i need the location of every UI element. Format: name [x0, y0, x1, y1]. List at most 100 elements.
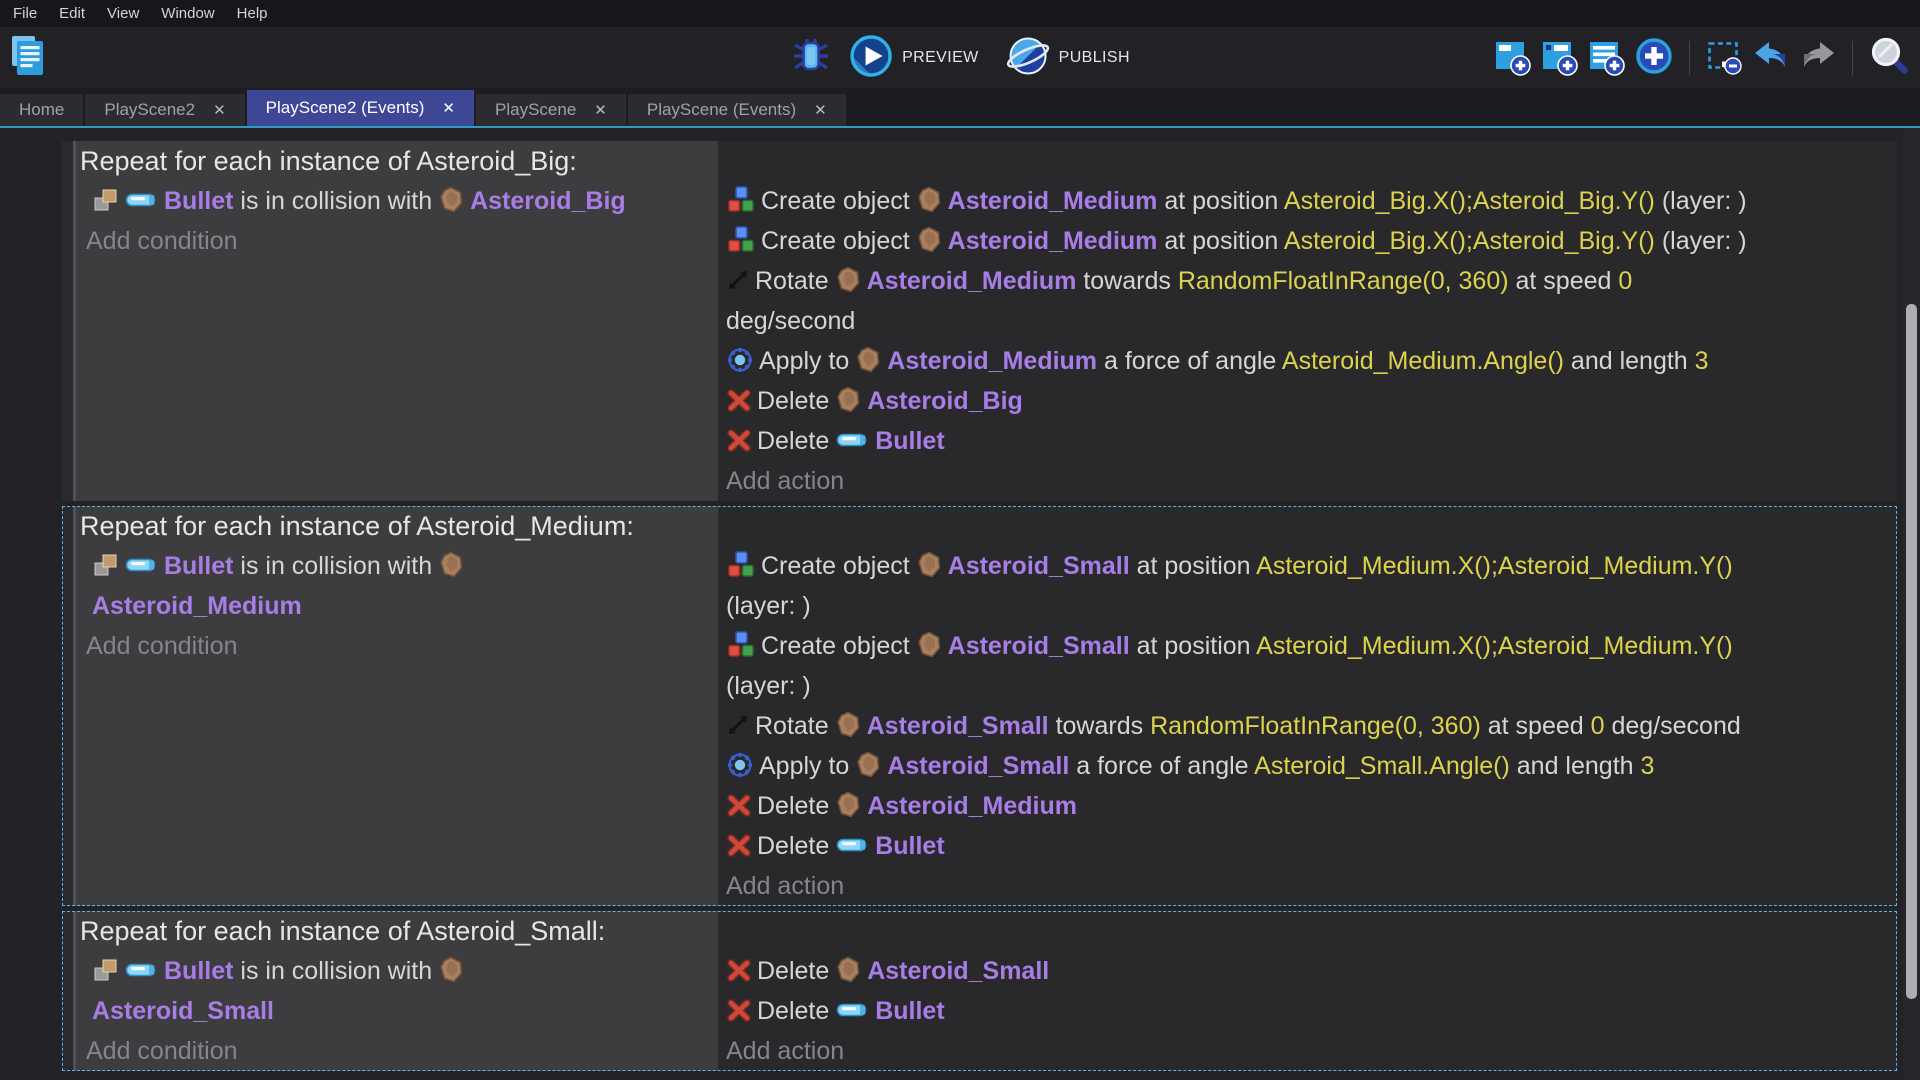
menu-item-view[interactable]: View	[96, 0, 150, 27]
tab-label: PlayScene (Events)	[647, 100, 796, 120]
instruction-text: deg/second	[726, 307, 855, 335]
add-event-icon	[1491, 35, 1533, 80]
collision-icon	[92, 187, 125, 215]
add-action-button[interactable]: Add action	[718, 866, 1897, 906]
scrollbar-track[interactable]	[1903, 128, 1920, 1080]
tab-playscene-events[interactable]: PlayScene (Events) ✕	[628, 94, 846, 126]
event-header[interactable]: Repeat for each instance of Asteroid_Big…	[76, 141, 718, 181]
asteroid-icon	[836, 792, 867, 820]
event-drag-handle[interactable]	[62, 506, 76, 906]
action-row[interactable]: Delete Bullet	[718, 826, 1897, 866]
object-name: Asteroid_Small	[92, 997, 274, 1025]
tab-home[interactable]: Home	[0, 94, 83, 126]
debug-bug-icon	[790, 35, 832, 80]
event-block-repeat-for-each-instance-of-asteroid-small[interactable]: Repeat for each instance of Asteroid_Sma…	[62, 911, 1897, 1071]
object-reference: Asteroid_Medium	[836, 792, 1077, 820]
action-row[interactable]: Rotate Asteroid_Medium towards RandomFlo…	[718, 261, 1897, 341]
preview-button[interactable]: PREVIEW	[848, 33, 979, 82]
instruction-text: towards	[1076, 267, 1177, 295]
event-block-repeat-for-each-instance-of-asteroid-medium[interactable]: Repeat for each instance of Asteroid_Med…	[62, 506, 1897, 906]
rotate-icon	[726, 712, 755, 740]
action-row[interactable]: Create object Asteroid_Medium at positio…	[718, 221, 1897, 261]
condition-row[interactable]: Bullet is in collision with Asteroid_Med…	[76, 546, 718, 626]
instruction-text: Delete	[757, 997, 836, 1025]
project-pages-icon	[8, 33, 48, 82]
add-action-button[interactable]: Add action	[718, 1031, 1897, 1071]
action-row[interactable]: Create object Asteroid_Small at position…	[718, 546, 1897, 626]
event-header[interactable]: Repeat for each instance of Asteroid_Med…	[76, 506, 718, 546]
action-row[interactable]: Create object Asteroid_Medium at positio…	[718, 181, 1897, 221]
expression: RandomFloatInRange(0, 360)	[1178, 267, 1509, 295]
event-block-repeat-for-each-instance-of-asteroid-big[interactable]: Repeat for each instance of Asteroid_Big…	[62, 141, 1897, 501]
instruction-text: Apply to	[759, 347, 856, 375]
undo-button[interactable]	[1750, 35, 1792, 80]
tab-playscene[interactable]: PlayScene✕	[476, 94, 626, 126]
expression: Asteroid_Medium.X();Asteroid_Medium.Y()	[1256, 632, 1733, 660]
condition-row[interactable]: Bullet is in collision with Asteroid_Sma…	[76, 951, 718, 1031]
choose-add-event-button[interactable]	[1632, 34, 1676, 81]
event-drag-handle[interactable]	[62, 911, 76, 1071]
publish-button[interactable]: PUBLISH	[1005, 33, 1130, 82]
add-condition-button[interactable]: Add condition	[76, 626, 718, 666]
menu-item-edit[interactable]: Edit	[48, 0, 96, 27]
redo-button[interactable]	[1797, 35, 1839, 80]
close-icon[interactable]: ✕	[213, 103, 226, 118]
add-condition-button[interactable]: Add condition	[76, 1031, 718, 1071]
action-row[interactable]: Delete Bullet	[718, 991, 1897, 1031]
asteroid-icon	[836, 712, 867, 740]
instruction-text: at position	[1130, 632, 1256, 660]
create-icon	[726, 632, 761, 660]
project-manager-button[interactable]	[8, 33, 48, 82]
action-row[interactable]: Delete Bullet	[718, 421, 1897, 461]
delete-icon	[726, 832, 757, 860]
event-drag-handle[interactable]	[62, 141, 76, 501]
action-row[interactable]: Delete Asteroid_Small	[718, 951, 1897, 991]
close-icon[interactable]: ✕	[814, 103, 827, 118]
action-row[interactable]: Delete Asteroid_Medium	[718, 786, 1897, 826]
asteroid-icon	[856, 752, 887, 780]
bullet-icon	[125, 552, 164, 580]
asteroid-icon	[917, 552, 948, 580]
action-row[interactable]: Delete Asteroid_Big	[718, 381, 1897, 421]
search-button[interactable]	[1866, 33, 1912, 82]
menu-item-window[interactable]: Window	[150, 0, 225, 27]
instruction-text: Create object	[761, 632, 917, 660]
debug-button[interactable]	[790, 35, 832, 80]
close-icon[interactable]: ✕	[594, 103, 607, 118]
event-header[interactable]: Repeat for each instance of Asteroid_Sma…	[76, 911, 718, 951]
globe-icon	[1005, 33, 1051, 82]
add-condition-button[interactable]: Add condition	[76, 221, 718, 261]
toolbar: PREVIEW PUBLISH	[0, 27, 1920, 88]
create-icon	[726, 187, 761, 215]
menu-item-file[interactable]: File	[2, 0, 48, 27]
delete-icon	[726, 792, 757, 820]
close-icon[interactable]: ✕	[442, 101, 455, 116]
menu-item-help[interactable]: Help	[226, 0, 279, 27]
object-reference: Bullet	[836, 997, 944, 1025]
publish-label: PUBLISH	[1059, 49, 1130, 67]
delete-icon	[726, 997, 757, 1025]
action-row[interactable]: Apply to Asteroid_Small a force of angle…	[718, 746, 1897, 786]
choose-add-event-icon	[1632, 34, 1676, 81]
tab-bar: HomePlayScene2✕PlayScene2 (Events)✕PlayS…	[0, 88, 1920, 128]
action-row[interactable]: Create object Asteroid_Small at position…	[718, 626, 1897, 706]
add-event-button[interactable]	[1491, 35, 1533, 80]
add-comment-button[interactable]	[1585, 35, 1627, 80]
expression: 3	[1641, 752, 1655, 780]
play-circle-icon	[848, 33, 894, 82]
tab-playscene2[interactable]: PlayScene2✕	[85, 94, 244, 126]
tab-playscene2-events[interactable]: PlayScene2 (Events)✕	[247, 90, 474, 126]
object-reference: Asteroid_Big	[439, 187, 626, 215]
add-subevent-button[interactable]	[1538, 35, 1580, 80]
action-row[interactable]: Apply to Asteroid_Medium a force of angl…	[718, 341, 1897, 381]
remove-selection-button[interactable]	[1703, 35, 1745, 80]
instruction-text: a force of angle	[1097, 347, 1282, 375]
action-row[interactable]: Rotate Asteroid_Small towards RandomFloa…	[718, 706, 1897, 746]
add-action-button[interactable]: Add action	[718, 461, 1897, 501]
condition-row[interactable]: Bullet is in collision with Asteroid_Big	[76, 181, 718, 221]
scrollbar-thumb[interactable]	[1906, 304, 1917, 999]
add-subevent-icon	[1538, 35, 1580, 80]
expression: Asteroid_Medium.Angle()	[1282, 347, 1564, 375]
object-reference: Asteroid_Small	[856, 752, 1069, 780]
object-name: Asteroid_Medium	[948, 227, 1158, 255]
